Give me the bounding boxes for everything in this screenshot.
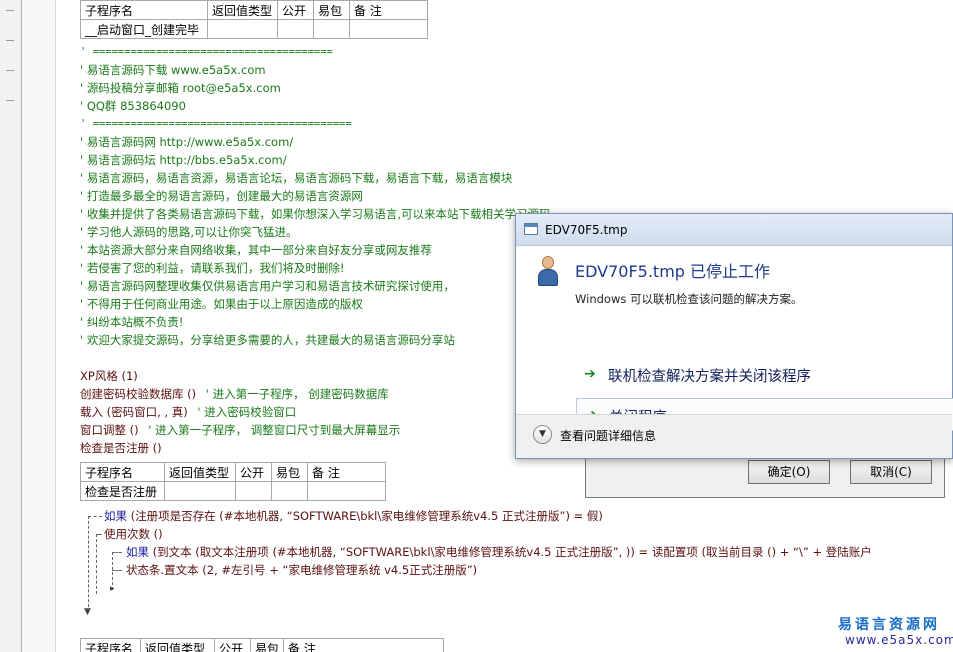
watermark-url: www.e5a5x.com	[845, 633, 953, 647]
code-line-if-config[interactable]: 如果 (到文本 (取文本注册项 (#本地机器, “SOFTWARE\bkl\家电…	[126, 544, 872, 560]
subroutine-table-1: 子程序名 返回值类型 公开 易包 备 注 __启动窗口_创建完毕	[80, 0, 428, 39]
comment-line: ' 纠纷本站概不负责!	[80, 315, 184, 329]
comment-line: ' QQ群 853864090	[80, 99, 186, 113]
header-return-type: 返回值类型	[207, 0, 278, 20]
code-line-window-adjust[interactable]: 窗口调整 () ' 进入第一子程序， 调整窗口尺寸到最大屏幕显示	[80, 422, 400, 438]
comment-line: ' 学习他人源码的思路,可以让你突飞猛进。	[80, 225, 298, 239]
header-package: 易包	[249, 638, 285, 652]
error-dialog: EDV70F5.tmp EDV70F5.tmp 已停止工作 Windows 可以…	[515, 213, 953, 459]
keyword-if: 如果	[104, 509, 127, 523]
code-comment: ' 进入密码校验窗口	[197, 405, 297, 419]
header-name: 子程序名	[80, 638, 141, 652]
flow-arrow-icon: ▸	[110, 584, 115, 594]
comment-line: ' ======================================…	[80, 118, 352, 130]
dialog-body: EDV70F5.tmp 已停止工作 Windows 可以联机检查该问题的解决方案…	[516, 246, 953, 431]
comment-line: ' 易语言源码，易语言资源，易语言论坛，易语言源码下载，易语言下载，易语言模块	[80, 171, 513, 185]
code-comment: ' 进入第一子程序， 调整窗口尺寸到最大屏幕显示	[148, 423, 401, 437]
code-line-load[interactable]: 载入 (密码窗口, , 真) ' 进入密码校验窗口	[80, 404, 296, 420]
check-online-option[interactable]: ➔ 联机检查解决方案并关闭该程序	[576, 358, 953, 391]
flow-branch	[88, 516, 102, 517]
comment-line: ' 易语言源码网整理收集仅供易语言用户学习和易语言技术研究探讨使用，	[80, 279, 455, 293]
subroutine-name-cell[interactable]: __启动窗口_创建完毕	[80, 19, 208, 39]
ruler-tick	[6, 100, 14, 101]
line-gutter	[22, 0, 56, 652]
comment-line: ' 源码投稿分享邮箱 root@e5a5x.com	[80, 81, 281, 95]
remark-cell[interactable]	[307, 481, 386, 501]
code-line-xp-style[interactable]: XP风格 (1)	[80, 368, 138, 384]
code-line-use-count[interactable]: 使用次数 ()	[104, 526, 163, 542]
subroutine-table-3: 子程序名 返回值类型 公开 易包 备 注	[80, 638, 445, 652]
comment-line: ' 易语言源码下载 www.e5a5x.com	[80, 63, 266, 77]
code-statement: 载入 (密码窗口, , 真)	[80, 405, 188, 419]
header-name: 子程序名	[80, 462, 165, 482]
header-return-type: 返回值类型	[164, 462, 236, 482]
chevron-down-icon[interactable]: ▼	[533, 425, 552, 444]
code-line-status-bar[interactable]: 状态条.置文本 (2, #左引号 + “家电维修管理系统 v4.5正式注册版”)	[126, 562, 477, 578]
header-package: 易包	[313, 0, 350, 20]
remark-cell[interactable]	[349, 19, 428, 39]
header-public: 公开	[214, 638, 251, 652]
ok-button[interactable]: 确定(O)	[748, 460, 830, 484]
dialog-subtext: Windows 可以联机检查该问题的解决方案。	[575, 292, 803, 306]
cancel-button[interactable]: 取消(C)	[850, 460, 932, 484]
public-cell[interactable]	[235, 481, 272, 501]
flow-arrow-icon: ▼	[84, 607, 91, 617]
code-statement: 创建密码校验数据库 ()	[80, 387, 197, 401]
code-expression: (注册项是否存在 (#本地机器, “SOFTWARE\bkl\家电维修管理系统v…	[130, 509, 603, 523]
comment-line: ' 欢迎大家提交源码，分享给更多需要的人，共建最大的易语言源码分享站	[80, 333, 455, 347]
comment-line: ' 易语言源码坛 http://bbs.e5a5x.com/	[80, 153, 287, 167]
return-type-cell[interactable]	[207, 19, 278, 39]
flow-branch	[96, 534, 102, 535]
package-cell[interactable]	[271, 481, 308, 501]
code-statement: 窗口调整 ()	[80, 423, 139, 437]
flow-branch	[112, 552, 122, 553]
dialog-title: EDV70F5.tmp	[545, 223, 628, 237]
code-line-check-registered[interactable]: 检查是否注册 ()	[80, 440, 162, 456]
dialog-heading: EDV70F5.tmp 已停止工作	[575, 262, 771, 281]
green-arrow-icon: ➔	[584, 366, 596, 382]
user-icon	[538, 256, 558, 288]
comment-line: ' ======================================	[80, 46, 333, 58]
comment-line: ' 易语言源码网 http://www.e5a5x.com/	[80, 135, 294, 149]
public-cell[interactable]	[277, 19, 314, 39]
ruler-tick	[6, 70, 14, 71]
flow-line-outer	[88, 516, 89, 612]
comment-line: ' 打造最多最全的易语言源码，创建最大的易语言资源网	[80, 189, 363, 203]
option-label: 联机检查解决方案并关闭该程序	[608, 369, 811, 385]
header-return-type: 返回值类型	[140, 638, 215, 652]
header-name: 子程序名	[80, 0, 208, 20]
code-line-if-registry[interactable]: 如果 (注册项是否存在 (#本地机器, “SOFTWARE\bkl\家电维修管理…	[104, 508, 603, 524]
flow-line-inner	[96, 534, 97, 594]
comment-line: ' 不得用于任何商业用途。如果由于以上原因造成的版权	[80, 297, 363, 311]
ruler-tick	[6, 40, 14, 41]
left-scrollbar[interactable]	[0, 0, 22, 652]
dialog-title-bar[interactable]: EDV70F5.tmp	[516, 214, 952, 246]
header-public: 公开	[277, 0, 314, 20]
watermark-title: 易语言资源网	[838, 617, 940, 633]
dialog-footer: ▼ 查看问题详细信息	[516, 414, 952, 458]
code-line-create-db[interactable]: 创建密码校验数据库 () ' 进入第一子程序， 创建密码数据库	[80, 386, 389, 402]
code-expression: (到文本 (取文本注册项 (#本地机器, “SOFTWARE\bkl\家电维修管…	[152, 545, 872, 559]
ruler-tick	[6, 10, 14, 11]
package-cell[interactable]	[313, 19, 350, 39]
header-package: 易包	[271, 462, 308, 482]
code-comment: ' 进入第一子程序， 创建密码数据库	[205, 387, 389, 401]
window-icon	[524, 223, 538, 235]
subroutine-table-2: 子程序名 返回值类型 公开 易包 备 注 检查是否注册	[80, 462, 386, 501]
comment-line: ' 本站资源大部分来自网络收集，其中一部分来自好友分享或网友推荐	[80, 243, 432, 257]
header-remark: 备 注	[307, 462, 386, 482]
return-type-cell[interactable]	[164, 481, 236, 501]
keyword-if: 如果	[126, 545, 149, 559]
view-details-link[interactable]: 查看问题详细信息	[560, 427, 656, 444]
header-public: 公开	[235, 462, 272, 482]
header-remark: 备 注	[283, 638, 445, 652]
flow-branch	[112, 570, 122, 571]
comment-line: ' 若侵害了您的利益，请联系我们，我们将及时删除!	[80, 261, 345, 275]
comment-line: ' 收集并提供了各类易语言源码下载，如果你想深入学习易语言,可以来本站下载相关学…	[80, 207, 551, 221]
header-remark: 备 注	[349, 0, 428, 20]
subroutine-name-cell[interactable]: 检查是否注册	[80, 481, 165, 501]
